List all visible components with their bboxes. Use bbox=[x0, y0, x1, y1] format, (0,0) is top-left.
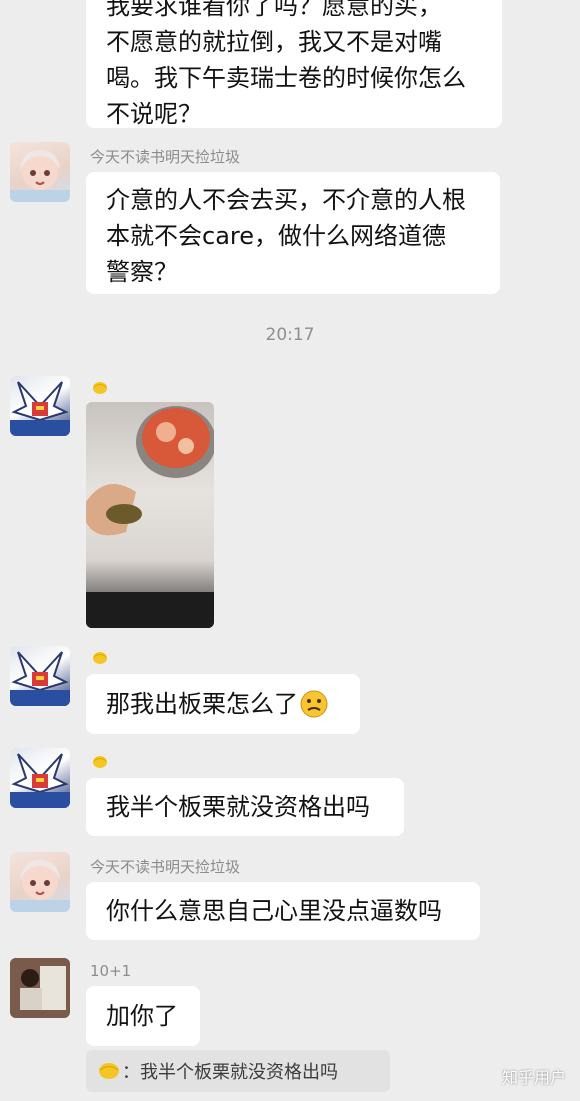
avatar[interactable] bbox=[10, 748, 70, 808]
lemon-icon bbox=[93, 652, 107, 664]
avatar[interactable] bbox=[10, 646, 70, 706]
lemon-icon bbox=[93, 382, 107, 394]
avatar[interactable] bbox=[10, 852, 70, 912]
message-line: 警察？ bbox=[106, 258, 178, 286]
sender-name: 今天不读书明天捡垃圾 bbox=[90, 148, 241, 166]
confused-face-emoji-icon bbox=[300, 690, 328, 718]
message-bubble-4[interactable]: 那我出板栗怎么了 bbox=[86, 674, 360, 734]
message-line: 我要求谁看你了吗？愿意的买， bbox=[106, 0, 442, 20]
message-bubble-2[interactable]: 介意的人不会去买，不介意的人根 本就不会care，做什么网络道德 警察？ bbox=[86, 172, 500, 294]
shared-photo[interactable] bbox=[86, 402, 214, 628]
message-text: 那我出板栗怎么了 bbox=[106, 690, 298, 718]
watermark: 知乎用户 bbox=[501, 1068, 566, 1087]
robot-avatar-icon bbox=[10, 753, 70, 808]
message-bubble-5[interactable]: 我半个板栗就没资格出吗 bbox=[86, 778, 404, 836]
message-line: 不愿意的就拉倒，我又不是对嘴 bbox=[106, 28, 442, 56]
message-line: 本就不会care，做什么网络道德 bbox=[106, 222, 447, 250]
lemon-icon bbox=[93, 756, 107, 768]
anime-girl-avatar-icon bbox=[10, 150, 70, 202]
sender-name: 10+1 bbox=[90, 962, 132, 980]
message-line: 不说呢？ bbox=[106, 100, 202, 128]
avatar[interactable] bbox=[10, 376, 70, 436]
robot-avatar-icon bbox=[10, 651, 70, 706]
message-bubble-1[interactable]: 我要求谁看你了吗？愿意的买， 不愿意的就拉倒，我又不是对嘴 喝。我下午卖瑞士卷的… bbox=[86, 0, 502, 128]
food-photo-image bbox=[86, 406, 214, 628]
robot-avatar-icon bbox=[10, 381, 70, 436]
photo-avatar-icon bbox=[10, 958, 70, 1018]
message-text: 我半个板栗就没资格出吗 bbox=[106, 793, 370, 821]
quoted-reply[interactable]: ：我半个板栗就没资格出吗 bbox=[86, 1050, 390, 1092]
message-line: 喝。我下午卖瑞士卷的时候你怎么 bbox=[106, 64, 466, 92]
sender-name: 今天不读书明天捡垃圾 bbox=[90, 858, 241, 876]
message-line: 介意的人不会去买，不介意的人根 bbox=[106, 186, 466, 214]
timestamp: 20:17 bbox=[265, 325, 315, 345]
message-bubble-7[interactable]: 加你了 bbox=[86, 986, 200, 1046]
lemon-icon bbox=[99, 1063, 119, 1079]
avatar[interactable] bbox=[10, 958, 70, 1018]
avatar[interactable] bbox=[10, 142, 70, 202]
message-text: 你什么意思自己心里没点逼数吗 bbox=[106, 897, 442, 925]
message-bubble-6[interactable]: 你什么意思自己心里没点逼数吗 bbox=[86, 882, 480, 940]
message-text: 加你了 bbox=[106, 1002, 178, 1030]
quoted-text: ：我半个板栗就没资格出吗 bbox=[122, 1062, 338, 1083]
anime-girl-avatar-icon bbox=[10, 860, 70, 912]
